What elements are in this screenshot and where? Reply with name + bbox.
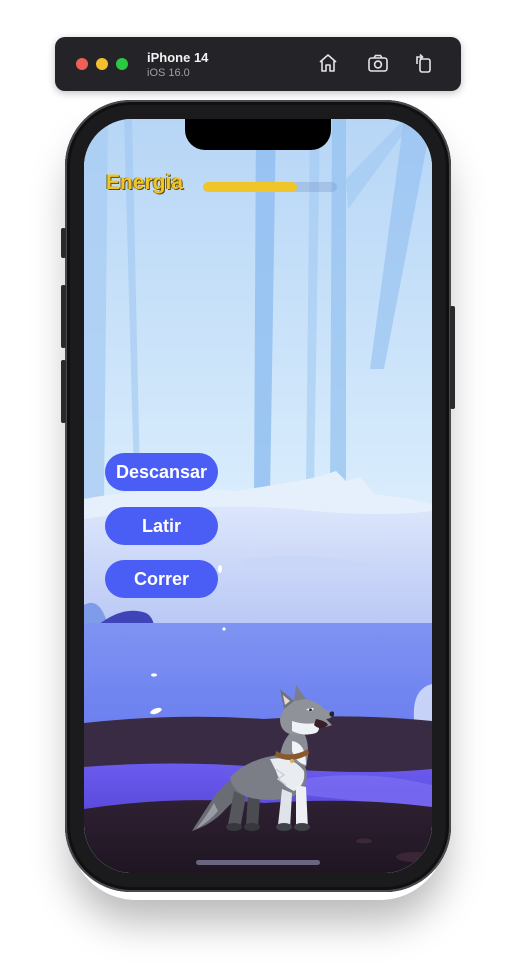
os-version: iOS 16.0 — [147, 67, 190, 79]
bark-button[interactable]: Latir — [105, 507, 218, 545]
home-indicator[interactable] — [196, 860, 320, 865]
close-window-button[interactable] — [76, 58, 88, 70]
wolf-character[interactable] — [188, 685, 334, 835]
simulator-toolbar: iPhone 14 iOS 16.0 — [55, 37, 461, 91]
run-button[interactable]: Correr — [105, 560, 218, 598]
minimize-window-button[interactable] — [96, 58, 108, 70]
energy-bar-fill — [203, 182, 297, 192]
device-notch — [185, 119, 331, 150]
silent-switch — [61, 228, 66, 258]
rest-button[interactable]: Descansar — [105, 453, 218, 491]
volume-up-button — [61, 285, 66, 348]
zoom-window-button[interactable] — [116, 58, 128, 70]
rotate-icon[interactable] — [413, 52, 435, 74]
volume-down-button — [61, 360, 66, 423]
game-screen: Energia Descansar Latir Correr — [84, 119, 432, 873]
energy-label: Energia — [106, 171, 184, 194]
screenshot-icon[interactable] — [367, 52, 389, 74]
energy-bar — [203, 182, 337, 192]
power-button — [450, 306, 455, 409]
home-icon[interactable] — [317, 52, 339, 74]
device-name: iPhone 14 — [147, 50, 209, 65]
